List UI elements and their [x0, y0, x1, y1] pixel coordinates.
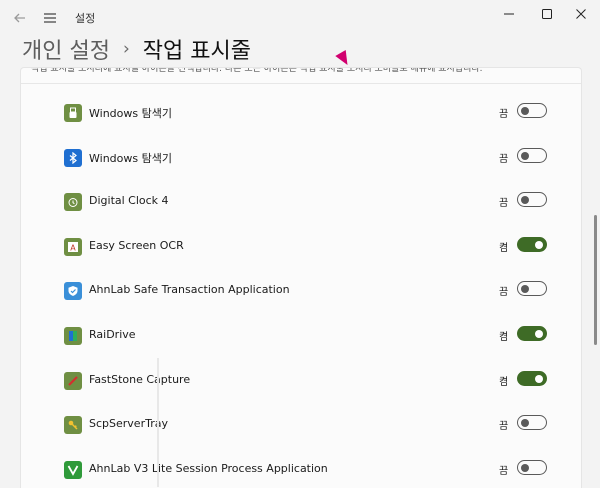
list-item: Windows 탐색기 끔	[21, 91, 581, 135]
toggle-knob	[535, 374, 543, 383]
toggle-knob	[521, 151, 529, 160]
bluetooth-icon	[64, 148, 82, 167]
toggle-knob	[521, 107, 529, 115]
breadcrumb: 개인 설정 › 작업 표시줄	[22, 32, 251, 66]
toggle-knob	[521, 196, 529, 205]
svg-text:A: A	[70, 243, 76, 252]
page-title: 작업 표시줄	[142, 39, 251, 64]
toggle-knob	[535, 330, 543, 338]
list-item: Digital Clock 4 끔	[21, 180, 581, 224]
toggle-state-label: 끔	[499, 421, 509, 433]
shield-icon	[64, 282, 82, 301]
toggle-state-label: 끔	[499, 287, 509, 299]
list-item: AhnLab V3 Lite Session Process Applicati…	[21, 448, 581, 488]
ocr-icon: A	[64, 237, 82, 256]
usb-drive-icon	[64, 104, 82, 122]
toggle-state-label: 켬	[499, 242, 509, 254]
app-name: AhnLab V3 Lite Session Process Applicati…	[89, 461, 328, 475]
toggle-switch[interactable]	[517, 415, 547, 431]
toggle-state-label: 끔	[499, 465, 509, 477]
app-name: Digital Clock 4	[89, 194, 169, 208]
toggle-knob	[535, 240, 543, 249]
toggle-state-label: 끔	[499, 198, 509, 210]
app-name: Windows 탐색기	[89, 151, 172, 165]
mouse-cursor	[335, 49, 353, 69]
back-arrow-icon[interactable]	[6, 4, 34, 32]
toggle-state-label: 켬	[499, 376, 509, 388]
title-bar: 설정	[0, 0, 600, 34]
app-name: Easy Screen OCR	[89, 238, 184, 252]
list-item: RaiDrive 켬	[21, 314, 581, 358]
toggle-state-label: 끔	[499, 109, 509, 120]
list-item: ScpServerTray 끔	[21, 403, 581, 447]
v3-icon	[64, 460, 82, 479]
breadcrumb-separator: ›	[122, 39, 130, 59]
toggle-state-label: 끔	[499, 153, 509, 165]
app-title: 설정	[75, 12, 96, 25]
toggle-switch[interactable]	[517, 370, 547, 386]
toggle-switch[interactable]	[517, 459, 547, 475]
app-name: AhnLab Safe Transaction Application	[89, 283, 290, 297]
app-name: FastStone Capture	[89, 372, 191, 386]
toggle-switch[interactable]	[517, 281, 547, 297]
alarm-clock-icon	[64, 193, 82, 212]
toggle-knob	[521, 463, 529, 472]
app-name: RaiDrive	[89, 328, 136, 341]
list-item: Windows 탐색기 끔	[21, 136, 581, 180]
toggle-knob	[521, 285, 529, 294]
list-item: A Easy Screen OCR 켬	[21, 225, 581, 269]
toggle-state-label: 켬	[499, 332, 509, 343]
divider	[157, 358, 159, 487]
hamburger-menu-icon[interactable]	[36, 4, 64, 32]
toggle-knob	[521, 419, 529, 428]
toggle-switch[interactable]	[517, 326, 547, 341]
toggle-switch[interactable]	[517, 147, 547, 163]
capture-icon	[64, 371, 82, 390]
toggle-switch[interactable]	[517, 236, 547, 252]
scrollbar[interactable]	[594, 215, 597, 345]
key-icon	[64, 416, 82, 435]
app-name: Windows 탐색기	[89, 107, 172, 120]
close-icon[interactable]	[558, 0, 600, 28]
list-item: AhnLab Safe Transaction Application 끔	[21, 269, 581, 313]
toggle-switch[interactable]	[517, 103, 547, 118]
toggle-switch[interactable]	[517, 192, 547, 208]
taskbar-corner-overflow-panel: 작업 표시줄 모서리에 표시될 아이콘을 선택합니다. 다른 모든 아이콘은 작…	[20, 67, 582, 488]
drive-icon	[64, 327, 82, 345]
breadcrumb-parent[interactable]: 개인 설정	[22, 33, 110, 65]
list-item: FastStone Capture 켬	[21, 359, 581, 403]
section-description: 작업 표시줄 모서리에 표시될 아이콘을 선택합니다. 다른 모든 아이콘은 작…	[21, 68, 581, 84]
